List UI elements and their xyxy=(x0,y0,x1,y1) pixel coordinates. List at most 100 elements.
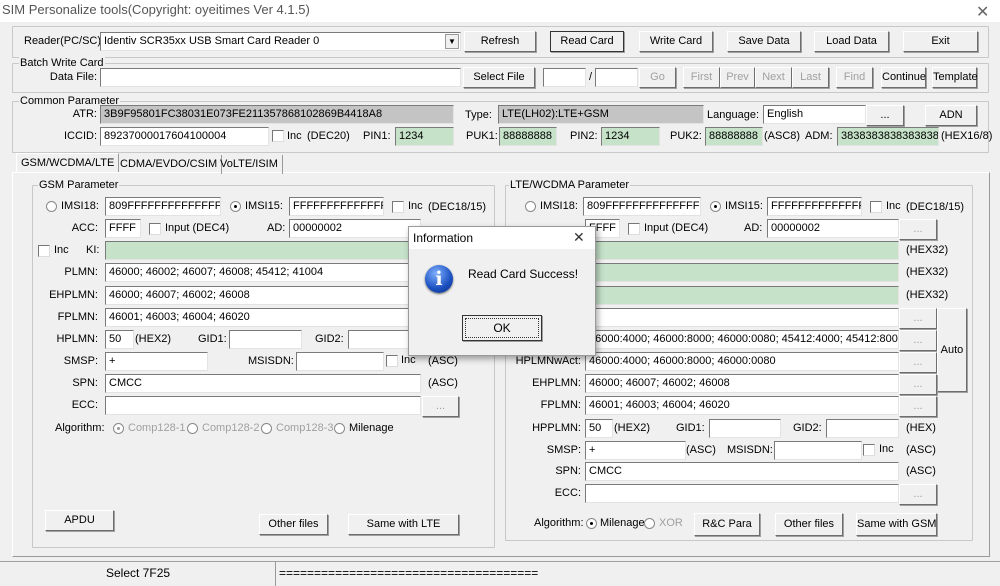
adn-button[interactable]: ADN xyxy=(925,105,977,126)
lte-ehplmn-more-button[interactable]: ... xyxy=(899,374,937,395)
auto-button[interactable]: Auto xyxy=(937,308,967,392)
gsm-ecc-more-button[interactable]: ... xyxy=(422,396,459,417)
gsm-imsi18-field[interactable]: 809FFFFFFFFFFFFFFF xyxy=(105,197,221,216)
lte-plmnwact-field[interactable] xyxy=(585,308,899,327)
close-icon[interactable]: ✕ xyxy=(976,2,989,22)
lte-smsp-field[interactable]: + xyxy=(585,441,686,460)
chevron-down-icon[interactable]: ▼ xyxy=(445,34,459,49)
load-data-button[interactable]: Load Data xyxy=(814,31,889,52)
gsm-gid1-field[interactable] xyxy=(229,330,302,349)
gsm-ki-inc-checkbox[interactable] xyxy=(38,245,50,257)
reader-select[interactable]: Identiv SCR35xx USB Smart Card Reader 0 ▼ xyxy=(100,32,461,51)
gsm-algo-comp128-2-radio[interactable] xyxy=(187,423,198,434)
gsm-imsi15-field[interactable]: FFFFFFFFFFFFFFF xyxy=(289,197,384,216)
lte-fplmn-more-button[interactable]: ... xyxy=(899,396,937,417)
adm-field[interactable]: 3838383838383838 xyxy=(837,127,939,146)
dialog-close-icon[interactable]: ✕ xyxy=(573,229,585,246)
pin1-field[interactable]: 1234 xyxy=(395,127,454,146)
gsm-ecc-field[interactable] xyxy=(105,396,421,415)
lte-fplmn-field[interactable]: 46001; 46003; 46004; 46020 xyxy=(585,396,899,415)
lte-imsi-inc-checkbox[interactable] xyxy=(870,201,882,213)
lte-imsi15-field[interactable]: FFFFFFFFFFFFFFF xyxy=(767,197,862,216)
pin2-field[interactable]: 1234 xyxy=(601,127,660,146)
lte-other-files-button[interactable]: Other files xyxy=(775,513,843,536)
gsm-algo-comp128-3-radio[interactable] xyxy=(261,423,272,434)
puk1-field[interactable]: 88888888 xyxy=(499,127,557,146)
language-field[interactable]: English xyxy=(763,105,866,124)
gsm-spn-field[interactable]: CMCC xyxy=(105,374,421,393)
go-button[interactable]: Go xyxy=(639,67,676,88)
lte-msisdn-inc-checkbox[interactable] xyxy=(863,444,875,456)
iccid-inc-checkbox[interactable] xyxy=(272,130,284,142)
lte-hplmnwact-more-button[interactable]: ... xyxy=(899,352,937,373)
gsm-ad-field[interactable]: 00000002 xyxy=(289,219,421,238)
lte-hpplmn-field[interactable]: 50 xyxy=(585,419,613,438)
lte-input-dec4-checkbox[interactable] xyxy=(628,223,640,235)
data-file-input[interactable] xyxy=(100,68,461,87)
puk2-field[interactable]: 88888888 xyxy=(705,127,763,146)
save-data-button[interactable]: Save Data xyxy=(727,31,801,52)
lte-gid2-field[interactable] xyxy=(826,419,899,438)
same-with-gsm-button[interactable]: Same with GSM xyxy=(856,513,937,536)
gsm-ehplmn-field[interactable]: 46000; 46007; 46002; 46008 xyxy=(105,286,421,305)
lte-imsi18-field[interactable]: 809FFFFFFFFFFFFFFF xyxy=(583,197,701,216)
gsm-msisdn-inc-checkbox[interactable] xyxy=(386,355,398,367)
lte-plmnwact-more-button[interactable]: ... xyxy=(899,308,937,329)
same-with-lte-button[interactable]: Same with LTE xyxy=(348,514,459,535)
select-file-button[interactable]: Select File xyxy=(463,67,535,88)
gsm-ki-field[interactable] xyxy=(105,241,421,260)
page-from-input[interactable] xyxy=(543,68,586,87)
language-more-button[interactable]: ... xyxy=(866,105,904,126)
tab-volte-isim[interactable]: VoLTE/ISIM xyxy=(216,155,283,174)
lte-algo-milenage-radio[interactable] xyxy=(586,518,597,529)
lte-algo-xor-radio[interactable] xyxy=(644,518,655,529)
refresh-button[interactable]: Refresh xyxy=(464,31,536,52)
gsm-imsi18-radio[interactable] xyxy=(46,201,57,212)
lte-ad-field[interactable]: 00000002 xyxy=(767,219,899,238)
lte-op-field[interactable] xyxy=(585,286,899,305)
last-button[interactable]: Last xyxy=(792,67,829,88)
gsm-imsi15-radio[interactable] xyxy=(230,201,241,212)
iccid-field[interactable]: 89237000017604100004 xyxy=(100,127,269,146)
lte-spn-field[interactable]: CMCC xyxy=(585,462,899,481)
lte-oplmnwact-field[interactable]: 46000:4000; 46000:8000; 46000:0080; 4541… xyxy=(585,330,899,349)
type-field[interactable]: LTE(LH02):LTE+GSM xyxy=(498,105,704,124)
tab-gsm-wcdma-lte[interactable]: GSM/WCDMA/LTE xyxy=(16,153,120,172)
gsm-smsp-field[interactable]: + xyxy=(105,352,208,371)
lte-imsi18-radio[interactable] xyxy=(525,201,536,212)
lte-opc-field[interactable] xyxy=(585,263,899,282)
template-button[interactable]: Template xyxy=(932,67,978,88)
gsm-other-files-button[interactable]: Other files xyxy=(259,514,328,535)
lte-gid1-field[interactable] xyxy=(709,419,781,438)
dialog-ok-button[interactable]: OK xyxy=(462,315,542,341)
next-button[interactable]: Next xyxy=(755,67,792,88)
first-button[interactable]: First xyxy=(683,67,720,88)
continue-button[interactable]: Continue xyxy=(881,67,926,88)
lte-msisdn-field[interactable] xyxy=(774,441,862,460)
lte-oplmnwact-more-button[interactable]: ... xyxy=(899,330,937,351)
lte-ehplmn-field[interactable]: 46000; 46007; 46002; 46008 xyxy=(585,374,899,393)
gsm-hplmn-field[interactable]: 50 xyxy=(105,330,134,349)
exit-button[interactable]: Exit xyxy=(903,31,978,52)
tab-cdma-evdo-csim[interactable]: CDMA/EVDO/CSIM xyxy=(116,155,223,174)
gsm-acc-field[interactable]: FFFF xyxy=(105,219,141,238)
apdu-button[interactable]: APDU xyxy=(45,510,114,531)
gsm-input-dec4-checkbox[interactable] xyxy=(149,223,161,235)
page-to-input[interactable] xyxy=(595,68,638,87)
lte-ecc-more-button[interactable]: ... xyxy=(899,484,937,505)
gsm-algo-comp128-1-radio[interactable] xyxy=(113,423,124,434)
find-button[interactable]: Find xyxy=(836,67,873,88)
lte-imsi15-radio[interactable] xyxy=(710,201,721,212)
gsm-msisdn-field[interactable] xyxy=(296,352,384,371)
atr-field[interactable]: 3B9F95801FC38031E073FE211357868102869B44… xyxy=(100,105,454,124)
gsm-imsi-inc-checkbox[interactable] xyxy=(392,201,404,213)
prev-button[interactable]: Prev xyxy=(720,67,755,88)
lte-ecc-field[interactable] xyxy=(585,484,899,503)
gsm-fplmn-field[interactable]: 46001; 46003; 46004; 46020 xyxy=(105,308,421,327)
gsm-plmn-field[interactable]: 46000; 46002; 46007; 46008; 45412; 41004 xyxy=(105,263,421,282)
lte-ki-field[interactable] xyxy=(585,241,899,260)
rc-para-button[interactable]: R&C Para xyxy=(694,513,760,536)
read-card-button[interactable]: Read Card xyxy=(550,31,624,52)
write-card-button[interactable]: Write Card xyxy=(639,31,713,52)
lte-hplmnwact-field[interactable]: 46000:4000; 46000:8000; 46000:0080 xyxy=(585,352,899,371)
